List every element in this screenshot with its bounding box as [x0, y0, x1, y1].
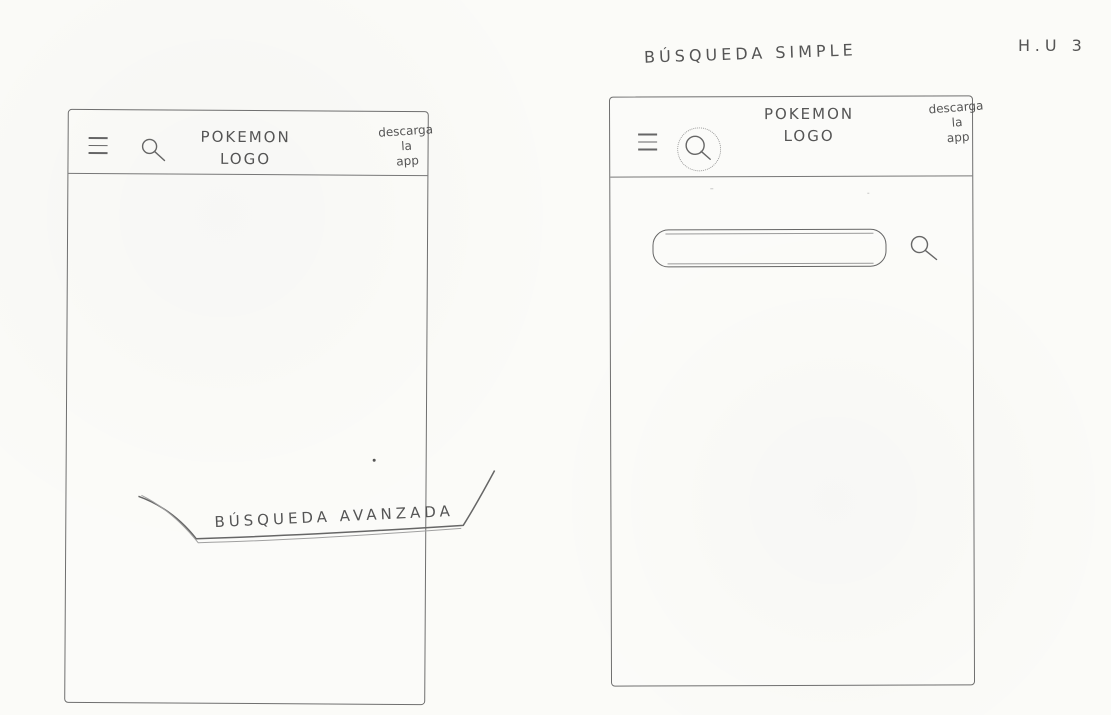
logo-line-2: LOGO	[783, 126, 835, 146]
download-line-3: app	[946, 129, 970, 146]
logo-line-1: POKEMON	[763, 104, 855, 124]
logo-line-2: LOGO	[219, 149, 272, 169]
right-top-bar: POKEMON LOGO descarga la app	[609, 96, 984, 178]
advanced-search-panel[interactable]: BÚSQUEDA AVANZADA	[138, 468, 496, 550]
left-top-bar: POKEMON LOGO descarga la app	[68, 109, 433, 177]
sketch-dot	[372, 458, 376, 462]
story-label: H.U 3	[1018, 36, 1087, 55]
sketch-sheet: BÚSQUEDA SIMPLE H.U 3 POKEMON LOGO desca…	[0, 0, 1111, 715]
logo-line-1: POKEMON	[200, 127, 291, 147]
menu-icon[interactable]	[638, 133, 658, 153]
search-icon[interactable]	[140, 137, 166, 163]
pokemon-logo: POKEMON LOGO	[759, 103, 859, 147]
left-phone-mockup: POKEMON LOGO descarga la app BÚSQUEDA AV…	[64, 108, 496, 706]
download-app-link[interactable]: descarga la app	[377, 122, 436, 170]
search-icon[interactable]	[677, 127, 722, 172]
search-icon[interactable]	[906, 231, 940, 265]
download-line-3: app	[395, 153, 420, 169]
download-app-link[interactable]: descarga la app	[927, 98, 986, 147]
menu-icon[interactable]	[88, 137, 109, 157]
sketch-mark	[867, 192, 870, 194]
pokemon-logo: POKEMON LOGO	[195, 126, 295, 171]
simple-search-input[interactable]	[652, 228, 887, 268]
sketch-mark	[710, 188, 714, 190]
page-title: BÚSQUEDA SIMPLE	[643, 40, 857, 67]
right-phone-mockup: POKEMON LOGO descarga la app	[608, 95, 984, 687]
